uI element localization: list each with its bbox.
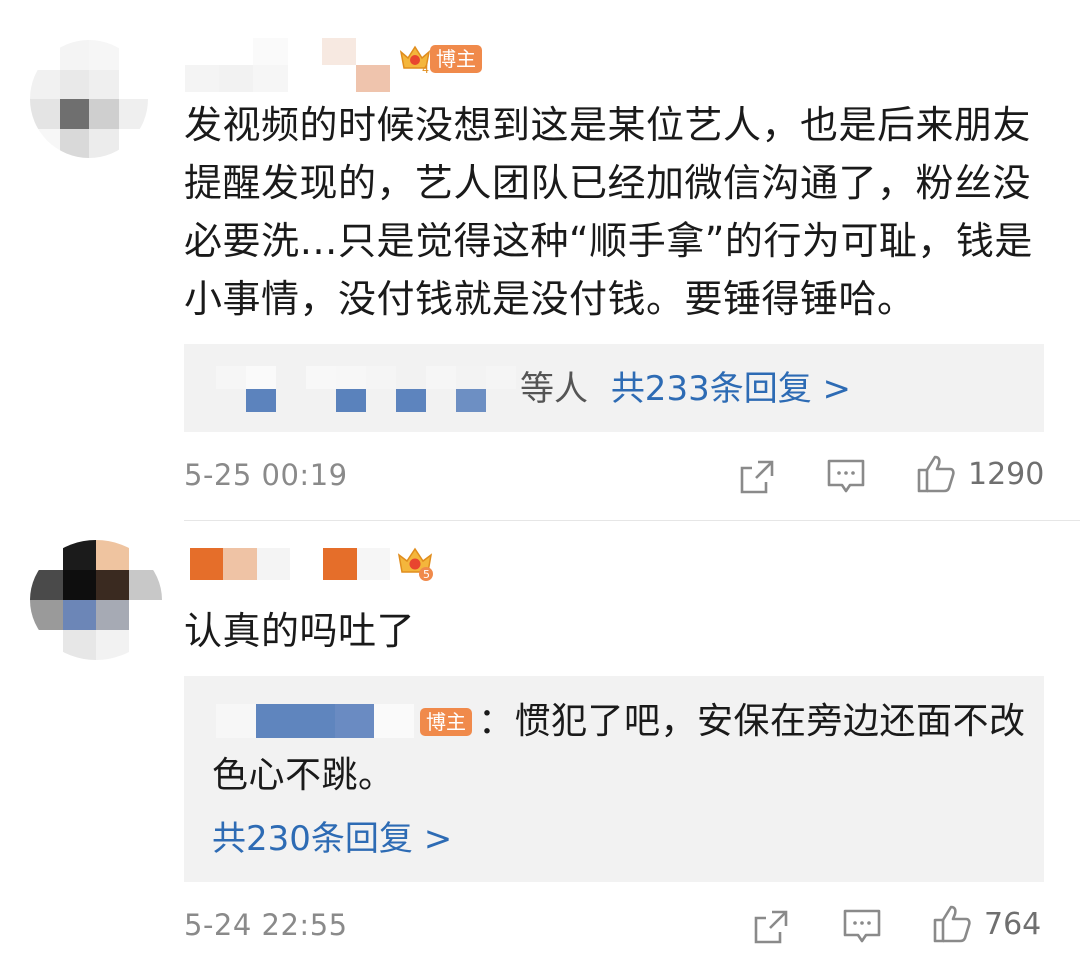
- comment-icon: [843, 909, 881, 943]
- svg-text:4: 4: [422, 63, 429, 76]
- author-badge: 博主: [430, 45, 482, 73]
- svg-text:5: 5: [423, 568, 430, 581]
- share-button[interactable]: [738, 458, 776, 496]
- reply-text-line2: 色心不跳。: [212, 755, 395, 796]
- comment-time: 5-25 00:19: [184, 458, 348, 492]
- like-button[interactable]: 764: [932, 904, 1041, 944]
- like-count: 1290: [968, 456, 1045, 492]
- username[interactable]: [185, 38, 390, 92]
- replies-preview[interactable]: 等人 共233条回复 >: [184, 344, 1044, 432]
- comment-text: 发视频的时候没想到这是某位艺人，也是后来朋友 提醒发现的，艺人团队已经加微信沟通…: [184, 103, 1033, 321]
- avatar[interactable]: [30, 40, 148, 158]
- like-count: 764: [984, 906, 1042, 942]
- comment-divider: [184, 520, 1080, 521]
- replier-names: [216, 366, 516, 412]
- reply-button[interactable]: [826, 458, 866, 496]
- comment-icon: [827, 459, 865, 493]
- author-badge: 博主: [420, 708, 472, 736]
- reply-button[interactable]: [842, 908, 882, 946]
- comment-text: 认真的吗吐了: [184, 609, 416, 653]
- crown-icon: 4: [399, 45, 431, 76]
- replies-preview[interactable]: 博主 ：惯犯了吧，安保在旁边还面不改 色心不跳。 共230条回复 >: [184, 676, 1044, 882]
- comment-time: 5-24 22:55: [184, 908, 348, 942]
- like-icon: [933, 905, 971, 943]
- avatar[interactable]: [30, 540, 162, 660]
- share-button[interactable]: [752, 908, 790, 946]
- share-icon: [740, 460, 774, 494]
- view-replies-link[interactable]: 共230条回复 >: [212, 816, 452, 862]
- author-name: [216, 704, 414, 738]
- view-replies-link[interactable]: 共233条回复 >: [611, 369, 851, 409]
- like-icon: [917, 455, 955, 493]
- crown-icon: 5: [397, 547, 433, 581]
- reply-text-line1: ：惯犯了吧，安保在旁边还面不改: [478, 701, 1026, 742]
- share-icon: [754, 910, 788, 944]
- replies-prefix: 等人: [520, 369, 588, 409]
- username[interactable]: [190, 548, 390, 580]
- like-button[interactable]: 1290: [916, 454, 1044, 494]
